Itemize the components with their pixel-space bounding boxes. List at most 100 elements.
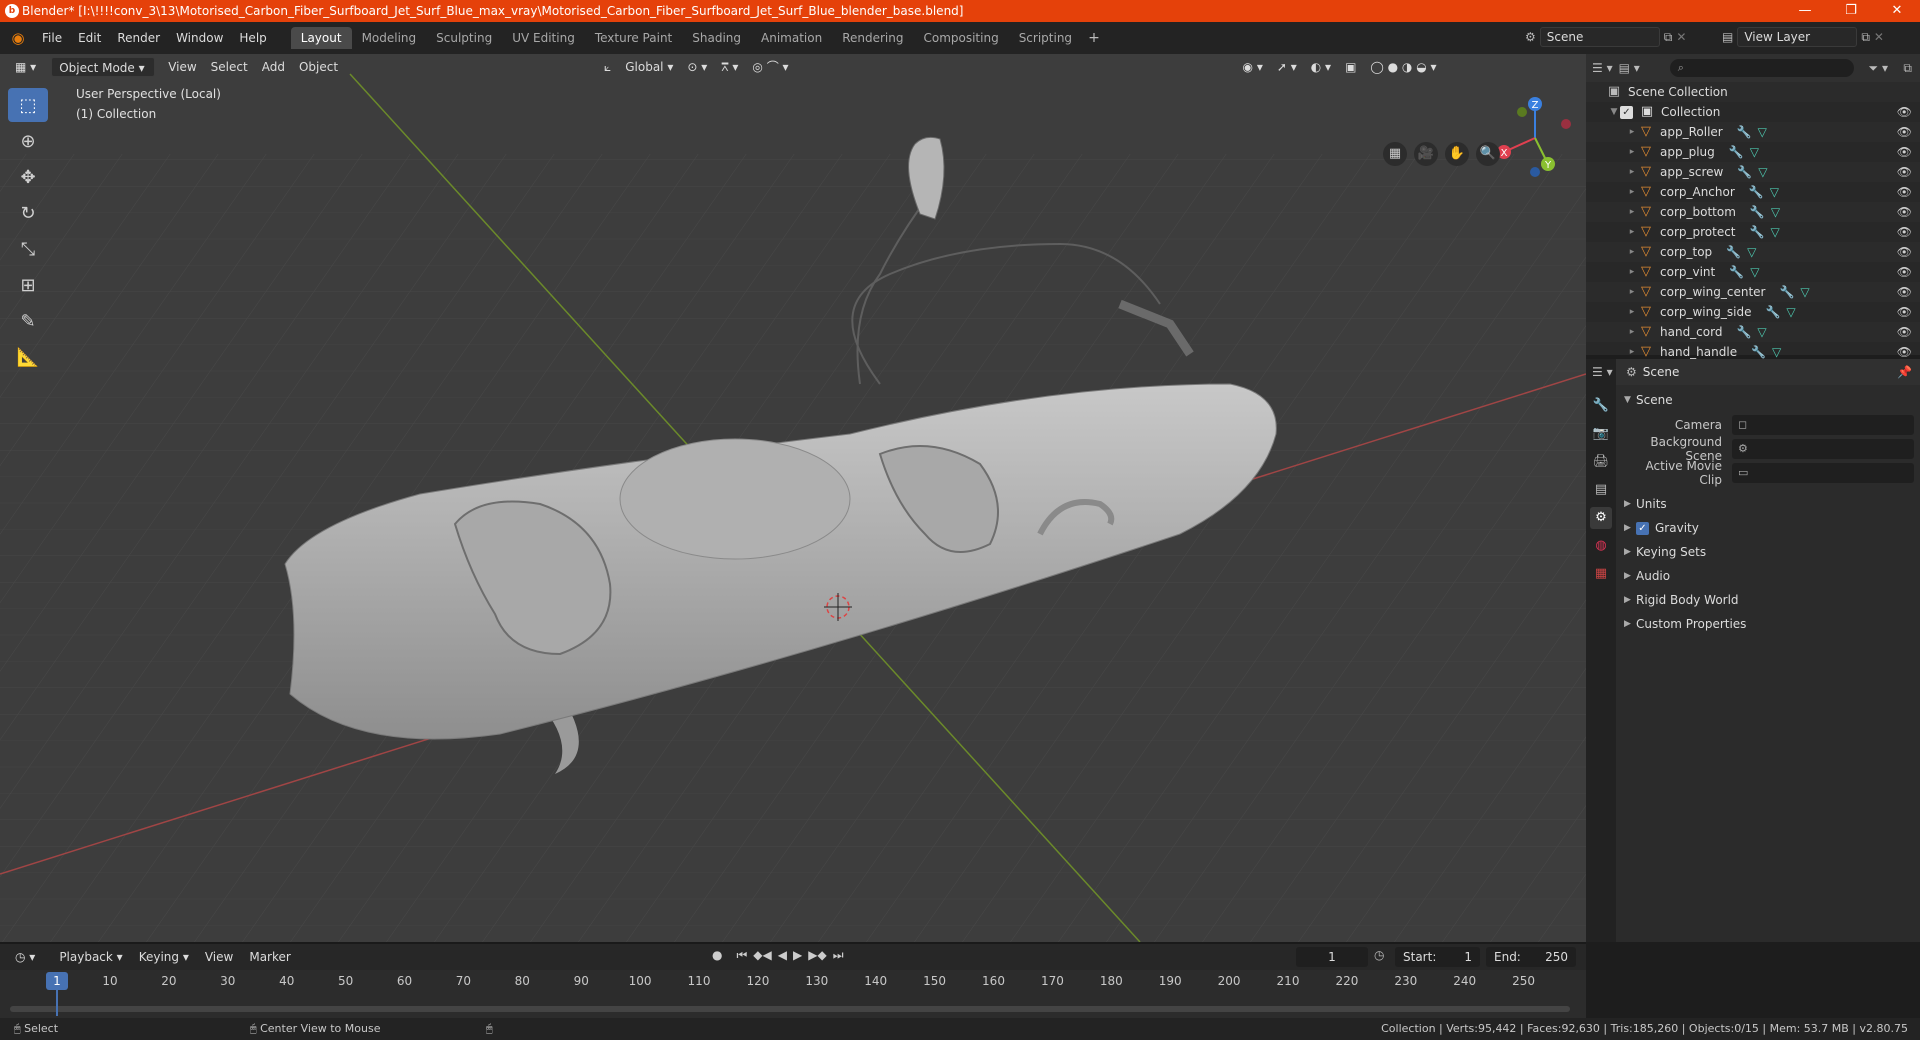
3d-viewport[interactable]: ▦ ▾ Object Mode ▾ View Select Add Object… [0, 54, 1586, 942]
tab-scripting[interactable]: Scripting [1009, 27, 1082, 49]
menu-file[interactable]: File [34, 22, 70, 54]
expand-icon[interactable]: ▸ [1626, 267, 1638, 277]
collection-checkbox[interactable]: ✓ [1620, 105, 1633, 119]
mesh-data-icon[interactable]: ▽ [1750, 265, 1759, 279]
mesh-data-icon[interactable]: ▽ [1750, 145, 1759, 159]
proportional-edit-icon[interactable]: ◎ ⌒ ▾ [745, 57, 795, 77]
view-layer-field[interactable]: View Layer [1737, 27, 1858, 47]
mesh-data-icon[interactable]: ▽ [1757, 325, 1766, 339]
eye-icon[interactable]: 👁 [1897, 345, 1912, 359]
maximize-button[interactable]: ❐ [1828, 0, 1874, 22]
editor-type-icon[interactable]: ▦ ▾ [8, 57, 43, 77]
outliner-item[interactable]: ▸ ▽ app_Roller 🔧 ▽ 👁 [1586, 122, 1920, 142]
units-section[interactable]: ▶ Units [1622, 493, 1914, 515]
eye-icon[interactable]: 👁 [1897, 125, 1912, 139]
cursor-tool-icon[interactable]: ⊕ [8, 124, 48, 158]
gravity-checkbox[interactable]: ✓ [1636, 522, 1649, 535]
tab-compositing[interactable]: Compositing [913, 27, 1008, 49]
visibility-icon[interactable]: ◉ ▾ [1236, 57, 1270, 77]
transform-tool-icon[interactable]: ⊞ [8, 268, 48, 302]
select-box-tool-icon[interactable]: ⬚ [8, 88, 48, 122]
menu-edit[interactable]: Edit [70, 22, 109, 54]
expand-icon[interactable]: ▸ [1626, 247, 1638, 257]
gizmo-neg-z-icon[interactable] [1530, 167, 1540, 177]
filter-icon[interactable]: ⏷ ▾ [1869, 61, 1888, 76]
orientation-dropdown[interactable]: Global ▾ [618, 57, 680, 77]
tab-texture-paint[interactable]: Texture Paint [585, 27, 682, 49]
pivot-icon[interactable]: ⊙ ▾ [680, 57, 714, 77]
tab-rendering[interactable]: Rendering [832, 27, 913, 49]
scene-name-field[interactable]: Scene [1539, 27, 1660, 47]
tab-uv-editing[interactable]: UV Editing [502, 27, 585, 49]
render-tab-icon[interactable]: 📷 [1590, 423, 1612, 445]
blender-menu-icon[interactable]: ◉ [10, 30, 26, 46]
prev-keyframe-icon[interactable]: ◆◀ [753, 948, 771, 963]
marker-menu[interactable]: Marker [242, 947, 297, 967]
mesh-data-icon[interactable]: ▽ [1771, 205, 1780, 219]
camera-view-icon[interactable]: 🎥 [1414, 142, 1438, 166]
mesh-data-icon[interactable]: ▽ [1786, 305, 1795, 319]
new-view-layer-icon[interactable]: ⧉ [1861, 30, 1870, 45]
modifier-icon[interactable]: 🔧 [1726, 245, 1741, 259]
outliner-item[interactable]: ▸ ▽ corp_protect 🔧 ▽ 👁 [1586, 222, 1920, 242]
outliner-item[interactable]: ▸ ▽ hand_cord 🔧 ▽ 👁 [1586, 322, 1920, 342]
next-keyframe-icon[interactable]: ▶◆ [808, 948, 826, 963]
modifier-icon[interactable]: 🔧 [1751, 345, 1766, 359]
timeline-ruler[interactable]: 1 10 20 30 40 50 60 70 80 90 100 110 120 130 140 150 160… [0, 970, 1586, 1018]
outliner-item[interactable]: ▸ ▽ corp_wing_side 🔧 ▽ 👁 [1586, 302, 1920, 322]
modifier-icon[interactable]: 🔧 [1737, 125, 1752, 139]
outliner-collection[interactable]: ▼ ✓ ▣ Collection 👁 [1586, 102, 1920, 122]
pin-icon[interactable]: 📌 [1897, 365, 1912, 379]
zoom-icon[interactable]: 🔍 [1476, 142, 1500, 166]
modifier-icon[interactable]: 🔧 [1749, 185, 1764, 199]
gizmo-neg-y-icon[interactable] [1517, 107, 1527, 117]
background-scene-field[interactable]: ⚙ [1732, 439, 1914, 459]
mesh-data-icon[interactable]: ▽ [1770, 225, 1779, 239]
eye-icon[interactable]: 👁 [1897, 185, 1912, 199]
overlay-toggle-icon[interactable]: ◐ ▾ [1304, 57, 1338, 77]
delete-view-layer-icon[interactable]: ✕ [1874, 30, 1884, 44]
add-workspace-icon[interactable]: + [1082, 30, 1106, 46]
mesh-data-icon[interactable]: ▽ [1747, 245, 1756, 259]
modifier-icon[interactable]: 🔧 [1729, 265, 1744, 279]
orientation-icon[interactable]: ⟀ [597, 57, 618, 77]
eye-icon[interactable]: 👁 [1897, 245, 1912, 259]
pan-hand-icon[interactable]: ✋ [1445, 142, 1469, 166]
world-tab-icon[interactable]: ◍ [1590, 535, 1612, 557]
outliner-item[interactable]: ▸ ▽ corp_Anchor 🔧 ▽ 👁 [1586, 182, 1920, 202]
end-frame-field[interactable]: End: 250 [1486, 947, 1576, 967]
tab-layout[interactable]: Layout [290, 27, 352, 49]
mesh-data-icon[interactable]: ▽ [1758, 165, 1767, 179]
mesh-data-icon[interactable]: ▽ [1800, 285, 1809, 299]
minimize-button[interactable]: — [1782, 0, 1828, 22]
expand-icon[interactable]: ▸ [1626, 347, 1638, 357]
annotate-tool-icon[interactable]: ✎ [8, 304, 48, 338]
menu-select[interactable]: Select [204, 57, 255, 77]
modifier-icon[interactable]: 🔧 [1737, 165, 1752, 179]
timeline-view-menu[interactable]: View [198, 947, 240, 967]
menu-help[interactable]: Help [231, 22, 274, 54]
gravity-section[interactable]: ▶ ✓ Gravity [1622, 517, 1914, 539]
modifier-icon[interactable]: 🔧 [1750, 205, 1765, 219]
expand-icon[interactable]: ▸ [1626, 167, 1638, 177]
properties-editor-icon[interactable]: ☰ ▾ [1592, 365, 1613, 379]
object-mode-dropdown[interactable]: Object Mode ▾ [51, 57, 156, 77]
rotate-tool-icon[interactable]: ↻ [8, 196, 48, 230]
outliner-item[interactable]: ▸ ▽ corp_wing_center 🔧 ▽ 👁 [1586, 282, 1920, 302]
delete-scene-icon[interactable]: ✕ [1676, 30, 1686, 44]
mesh-data-icon[interactable]: ▽ [1770, 185, 1779, 199]
tab-sculpting[interactable]: Sculpting [426, 27, 502, 49]
jump-end-icon[interactable]: ⏭ [833, 948, 844, 963]
expand-icon[interactable]: ▸ [1626, 187, 1638, 197]
modifier-icon[interactable]: 🔧 [1779, 285, 1794, 299]
modifier-icon[interactable]: 🔧 [1729, 145, 1744, 159]
eye-icon[interactable]: 👁 [1897, 105, 1912, 119]
tool-tab-icon[interactable]: 🔧 [1590, 395, 1612, 417]
eye-icon[interactable]: 👁 [1897, 145, 1912, 159]
modifier-icon[interactable]: 🔧 [1750, 225, 1765, 239]
navigation-gizmo[interactable]: Z X Y [1490, 90, 1580, 180]
keying-menu[interactable]: Keying ▾ [132, 947, 196, 967]
output-tab-icon[interactable]: 🖨 [1590, 451, 1612, 473]
new-scene-icon[interactable]: ⧉ [1664, 30, 1673, 45]
expand-icon[interactable]: ▸ [1626, 127, 1638, 137]
